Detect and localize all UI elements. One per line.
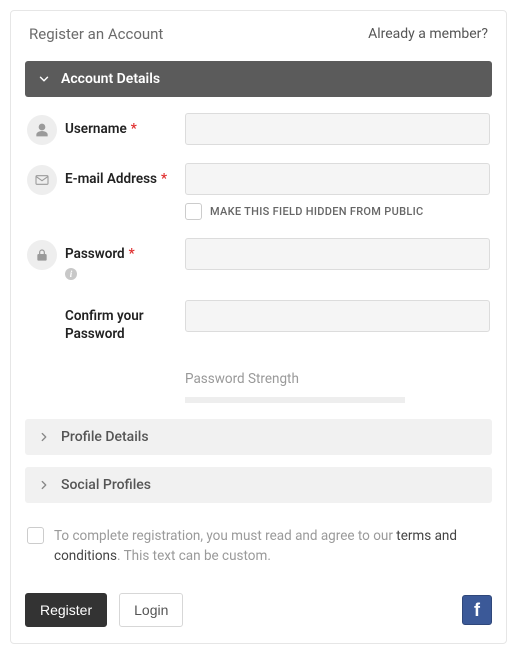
already-member-link[interactable]: Already a member?	[368, 26, 488, 42]
username-input[interactable]	[185, 113, 490, 145]
register-card: Register an Account Already a member? Ac…	[10, 10, 507, 644]
section-social-profiles[interactable]: Social Profiles	[25, 467, 492, 503]
label-email: E-mail Address*	[65, 163, 185, 189]
hide-field-checkbox[interactable]	[185, 203, 202, 220]
section-label: Social Profiles	[61, 477, 151, 493]
collapsed-sections: Profile Details Social Profiles	[25, 419, 492, 503]
envelope-icon	[27, 165, 57, 195]
confirm-password-input[interactable]	[185, 300, 490, 332]
section-label: Account Details	[61, 71, 160, 87]
lock-icon	[27, 240, 57, 270]
hide-field-row: MAKE THIS FIELD HIDDEN FROM PUBLIC	[185, 203, 490, 220]
footer: Register Login f	[25, 593, 492, 627]
register-button[interactable]: Register	[25, 593, 107, 627]
facebook-button[interactable]: f	[462, 595, 492, 625]
row-strength: Password Strength	[27, 361, 490, 403]
chevron-right-icon	[37, 430, 51, 444]
terms-row: To complete registration, you must read …	[25, 521, 492, 566]
label-username: Username*	[65, 113, 185, 139]
label-confirm-password: Confirm your Password	[65, 300, 185, 343]
card-body: Account Details Username*	[11, 61, 506, 566]
row-confirm-password: Confirm your Password	[27, 300, 490, 343]
row-email: E-mail Address* MAKE THIS FIELD HIDDEN F…	[27, 163, 490, 220]
label-password: Password* i	[65, 238, 185, 282]
terms-text: To complete registration, you must read …	[54, 527, 490, 566]
row-username: Username*	[27, 113, 490, 145]
page-title: Register an Account	[29, 25, 163, 43]
section-label: Profile Details	[61, 429, 149, 445]
account-form: Username* E-mail Address* M	[25, 113, 492, 403]
hide-field-label: MAKE THIS FIELD HIDDEN FROM PUBLIC	[210, 205, 423, 218]
card-header: Register an Account Already a member?	[11, 11, 506, 61]
row-password: Password* i	[27, 238, 490, 282]
strength-meter	[185, 397, 405, 403]
section-profile-details[interactable]: Profile Details	[25, 419, 492, 455]
chevron-down-icon	[37, 72, 51, 86]
terms-checkbox[interactable]	[27, 527, 44, 544]
password-input[interactable]	[185, 238, 490, 270]
user-icon	[27, 115, 57, 145]
chevron-right-icon	[37, 478, 51, 492]
facebook-icon: f	[474, 600, 480, 621]
email-input[interactable]	[185, 163, 490, 195]
info-icon: i	[65, 268, 77, 280]
login-button[interactable]: Login	[119, 593, 183, 627]
section-account-details[interactable]: Account Details	[25, 61, 492, 97]
strength-label: Password Strength	[185, 371, 490, 387]
